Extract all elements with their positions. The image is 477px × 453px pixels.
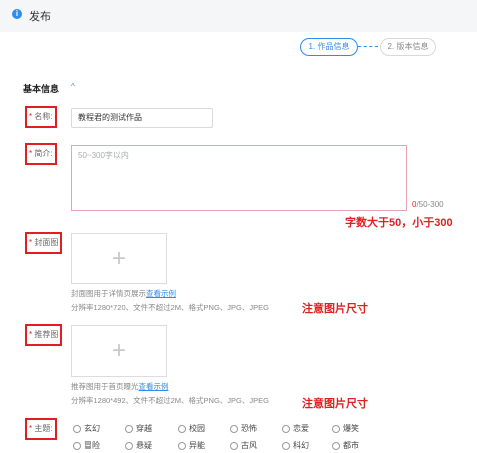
theme-option-label: 悬疑 xyxy=(136,441,152,450)
name-input[interactable]: 教程君的测试作品 xyxy=(71,108,213,128)
intro-label: * 简介: xyxy=(25,143,57,165)
theme-radio[interactable]: 恋爱 xyxy=(282,423,309,434)
plus-icon: + xyxy=(111,245,126,272)
theme-option-label: 恋爱 xyxy=(293,424,309,433)
cover-upload-button[interactable]: + xyxy=(71,233,167,284)
section-title: 基本信息 xyxy=(23,84,60,94)
cover-hint-text: 封面图用于详情页展示 xyxy=(71,289,146,298)
theme-option-label: 冒险 xyxy=(84,441,100,450)
recommend-hint-text: 推荐图用于首页曝光 xyxy=(71,382,139,391)
recommend-spec-hint: 分辨率1280*492、文件不超过2M、格式PNG、JPG、JPEG xyxy=(71,396,269,405)
cover-label-text: 封面图 xyxy=(34,238,59,247)
radio-circle-icon xyxy=(178,424,186,433)
radio-circle-icon xyxy=(230,424,238,433)
radio-circle-icon xyxy=(332,424,340,433)
theme-radio[interactable]: 古风 xyxy=(230,440,257,451)
recommend-label-text: 推荐图 xyxy=(34,330,59,339)
radio-circle-icon xyxy=(332,441,340,450)
required-mark: * xyxy=(29,112,33,121)
step-connector xyxy=(358,46,378,47)
radio-circle-icon xyxy=(125,424,133,433)
theme-radio[interactable]: 科幻 xyxy=(282,440,309,451)
radio-circle-icon xyxy=(125,441,133,450)
cover-annotation: 注意图片尺寸 xyxy=(302,303,368,315)
required-mark: * xyxy=(29,424,33,433)
theme-option-label: 校园 xyxy=(189,424,205,433)
recommend-upload-button[interactable]: + xyxy=(71,325,167,377)
theme-radio[interactable]: 校园 xyxy=(178,423,205,434)
theme-option-label: 异能 xyxy=(189,441,205,450)
radio-circle-icon xyxy=(73,441,81,450)
theme-option-label: 都市 xyxy=(343,441,359,450)
recommend-example-link[interactable]: 查看示例 xyxy=(139,382,169,391)
theme-option-label: 爆笑 xyxy=(343,424,359,433)
required-mark: * xyxy=(29,149,33,158)
theme-option-label: 穿越 xyxy=(136,424,152,433)
name-label-text: 名称: xyxy=(34,112,53,121)
theme-option-label: 玄幻 xyxy=(84,424,100,433)
intro-textarea[interactable]: 50~300字以内 xyxy=(71,145,407,211)
counter-total: /50-300 xyxy=(416,200,444,209)
cover-spec-hint: 分辨率1280*720、文件不超过2M、格式PNG、JPG、JPEG xyxy=(71,303,269,312)
theme-radio[interactable]: 玄幻 xyxy=(73,423,100,434)
chevron-up-icon[interactable]: ^ xyxy=(71,82,75,91)
radio-circle-icon xyxy=(282,424,290,433)
name-label: * 名称: xyxy=(25,106,57,128)
cover-label: * 封面图 xyxy=(25,232,63,254)
plus-icon: + xyxy=(111,337,126,364)
page-title: 发布 xyxy=(29,11,51,23)
theme-radio[interactable]: 爆笑 xyxy=(332,423,359,434)
theme-radio[interactable]: 冒险 xyxy=(73,440,100,451)
cover-example-link[interactable]: 查看示例 xyxy=(146,289,176,298)
radio-circle-icon xyxy=(230,441,238,450)
intro-label-text: 简介: xyxy=(34,149,53,158)
theme-radio[interactable]: 恐怖 xyxy=(230,423,257,434)
theme-radio[interactable]: 都市 xyxy=(332,440,359,451)
intro-annotation: 字数大于50，小于300 xyxy=(345,217,453,229)
theme-option-label: 恐怖 xyxy=(241,424,257,433)
recommend-annotation: 注意图片尺寸 xyxy=(302,398,368,410)
radio-circle-icon xyxy=(73,424,81,433)
required-mark: * xyxy=(29,238,33,247)
cover-hint: 封面图用于详情页展示查看示例 xyxy=(71,288,176,299)
recommend-hint: 推荐图用于首页曝光查看示例 xyxy=(71,381,169,392)
header-bar xyxy=(0,0,477,32)
recommend-label: * 推荐图 xyxy=(25,324,63,346)
radio-circle-icon xyxy=(282,441,290,450)
theme-radio[interactable]: 悬疑 xyxy=(125,440,152,451)
theme-option-label: 古风 xyxy=(241,441,257,450)
intro-char-counter: 0/50-300 xyxy=(412,200,444,209)
theme-radio[interactable]: 穿越 xyxy=(125,423,152,434)
radio-circle-icon xyxy=(178,441,186,450)
step-work-info[interactable]: 1. 作品信息 xyxy=(300,38,358,56)
step-version-info[interactable]: 2. 版本信息 xyxy=(380,38,436,56)
theme-label-text: 主题: xyxy=(34,424,53,433)
info-icon: i xyxy=(12,9,22,19)
theme-label: * 主题: xyxy=(25,418,57,440)
theme-option-label: 科幻 xyxy=(293,441,309,450)
theme-radio[interactable]: 异能 xyxy=(178,440,205,451)
required-mark: * xyxy=(29,330,33,339)
